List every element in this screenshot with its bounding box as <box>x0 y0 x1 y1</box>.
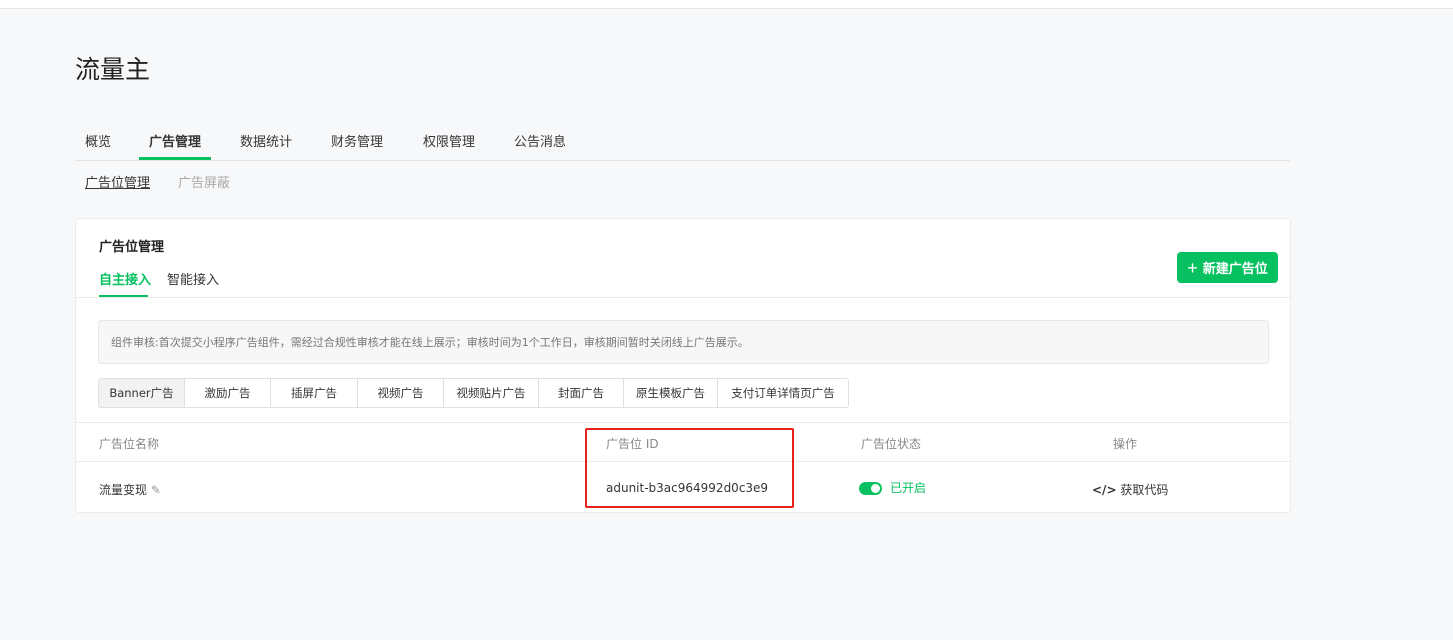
tab-self-access[interactable]: 自主接入 <box>99 269 151 288</box>
ad-type-video-patch[interactable]: 视频贴片广告 <box>444 379 539 407</box>
ad-type-rewarded[interactable]: 激励广告 <box>185 379 271 407</box>
ad-type-cover[interactable]: 封面广告 <box>539 379 624 407</box>
subtab-ad-unit-management[interactable]: 广告位管理 <box>85 172 150 191</box>
tab-announcements[interactable]: 公告消息 <box>514 131 566 150</box>
tab-overview[interactable]: 概览 <box>85 131 111 150</box>
status-toggle[interactable]: 已开启 <box>859 479 926 496</box>
tab-finance[interactable]: 财务管理 <box>331 131 383 150</box>
new-ad-unit-button[interactable]: + 新建广告位 <box>1177 252 1278 283</box>
edit-pencil-icon[interactable]: ✎ <box>151 483 161 497</box>
card-title: 广告位管理 <box>99 240 165 255</box>
subtab-ad-blocking[interactable]: 广告屏蔽 <box>178 172 230 191</box>
ad-type-selector: Banner广告 激励广告 插屏广告 视频广告 视频贴片广告 封面广告 原生模板… <box>98 378 849 408</box>
table-top-border <box>76 422 1290 423</box>
tab-statistics[interactable]: 数据统计 <box>240 131 292 150</box>
active-tab-indicator <box>139 157 211 160</box>
review-notice: 组件审核:首次提交小程序广告组件，需经过合规性审核才能在线上展示；审核时间为1个… <box>98 320 1269 364</box>
highlight-box <box>585 428 794 508</box>
divider <box>76 297 1290 298</box>
ad-unit-name: 流量变现 ✎ <box>99 483 161 497</box>
top-bar <box>0 0 1453 9</box>
header-actions: 操作 <box>1113 437 1138 451</box>
code-icon: </> <box>1092 483 1117 497</box>
tab-permissions[interactable]: 权限管理 <box>423 131 475 150</box>
tab-smart-access[interactable]: 智能接入 <box>167 269 219 288</box>
ad-type-payment-order[interactable]: 支付订单详情页广告 <box>718 379 848 407</box>
ad-type-video[interactable]: 视频广告 <box>358 379 444 407</box>
header-status: 广告位状态 <box>861 437 922 451</box>
toggle-switch[interactable] <box>859 482 882 495</box>
ad-type-interstitial[interactable]: 插屏广告 <box>271 379 358 407</box>
header-name: 广告位名称 <box>99 437 160 451</box>
page-title: 流量主 <box>75 55 151 84</box>
main-tabs: 概览 广告管理 数据统计 财务管理 权限管理 公告消息 <box>75 120 1290 161</box>
tab-ad-management[interactable]: 广告管理 <box>149 131 201 150</box>
ad-type-native-template[interactable]: 原生模板广告 <box>624 379 718 407</box>
ad-type-banner[interactable]: Banner广告 <box>99 379 185 407</box>
get-code-link[interactable]: </> 获取代码 <box>1092 481 1168 498</box>
plus-icon: + <box>1187 257 1198 278</box>
